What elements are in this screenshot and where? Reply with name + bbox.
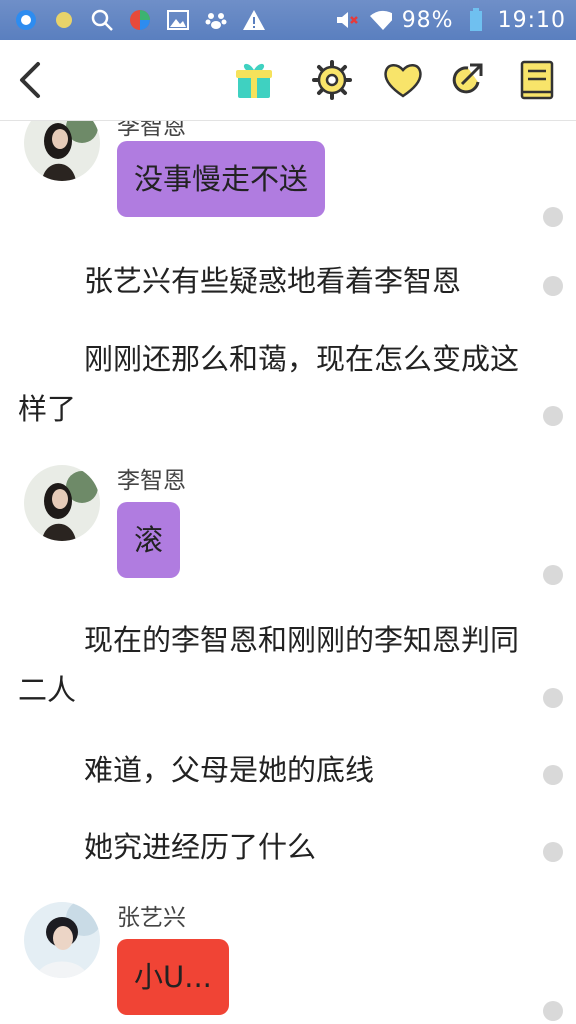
comment-dot[interactable] [543, 406, 563, 426]
battery-percent: 98% [401, 7, 454, 33]
back-button[interactable] [8, 58, 52, 102]
status-bar: 98% 19:10 [0, 0, 576, 40]
gear-icon [312, 60, 352, 100]
gallery-icon [166, 8, 190, 32]
chat-content[interactable]: 李智恩 没事慢走不送 张艺兴有些疑惑地看着李智恩 刚刚还那么和蔼，现在怎么变成这… [0, 121, 576, 1024]
heart-icon [384, 64, 422, 98]
top-toolbar [0, 40, 576, 121]
avatar-image [24, 465, 100, 541]
chevron-left-icon [20, 62, 40, 98]
wifi-icon [368, 8, 392, 32]
speaker-name: 张艺兴 [117, 905, 186, 931]
mute-icon [334, 8, 358, 32]
status-left-icons [14, 6, 266, 34]
comment-dot[interactable] [543, 842, 563, 862]
narration-text: 难道，父母是她的底线 [84, 753, 375, 787]
gift-button[interactable] [232, 58, 276, 102]
comment-dot[interactable] [543, 276, 563, 296]
like-button[interactable] [381, 58, 425, 102]
gift-icon [236, 63, 272, 98]
comment-dot[interactable] [543, 765, 563, 785]
comment-dot[interactable] [543, 565, 563, 585]
battery-icon [464, 8, 488, 32]
comment-dot[interactable] [543, 1001, 563, 1021]
avatar-image [24, 902, 100, 978]
chat-bubble[interactable]: 小U... [117, 939, 229, 1015]
avatar[interactable] [24, 121, 100, 181]
narration-text: 现在的李智恩和刚刚的李知恩判同二人 [18, 623, 520, 707]
share-button[interactable] [446, 58, 490, 102]
narration-text: 刚刚还那么和蔼，现在怎么变成这样了 [18, 342, 520, 426]
settings-button[interactable] [310, 58, 354, 102]
status-right-icons: 98% 19:10 [334, 6, 566, 34]
search-icon [90, 8, 114, 32]
warning-icon [242, 8, 266, 32]
share-icon [452, 63, 483, 94]
clock: 19:10 [497, 7, 566, 33]
catalog-button[interactable] [515, 58, 559, 102]
narration-text: 她究进经历了什么 [84, 830, 317, 864]
avatar-image [24, 121, 100, 181]
speaker-name: 李智恩 [117, 468, 186, 494]
chat-bubble[interactable]: 没事慢走不送 [117, 141, 326, 217]
moon-icon [52, 8, 76, 32]
app-icon [128, 8, 152, 32]
comment-dot[interactable] [543, 207, 563, 227]
narration-text: 张艺兴有些疑惑地看着李智恩 [84, 264, 462, 298]
avatar[interactable] [24, 902, 100, 978]
browser-icon [14, 8, 38, 32]
chat-bubble[interactable]: 滚 [117, 502, 181, 578]
speaker-name: 李智恩 [117, 121, 186, 140]
comment-dot[interactable] [543, 688, 563, 708]
avatar[interactable] [24, 465, 100, 541]
book-icon [520, 60, 554, 100]
paw-icon [204, 8, 228, 32]
